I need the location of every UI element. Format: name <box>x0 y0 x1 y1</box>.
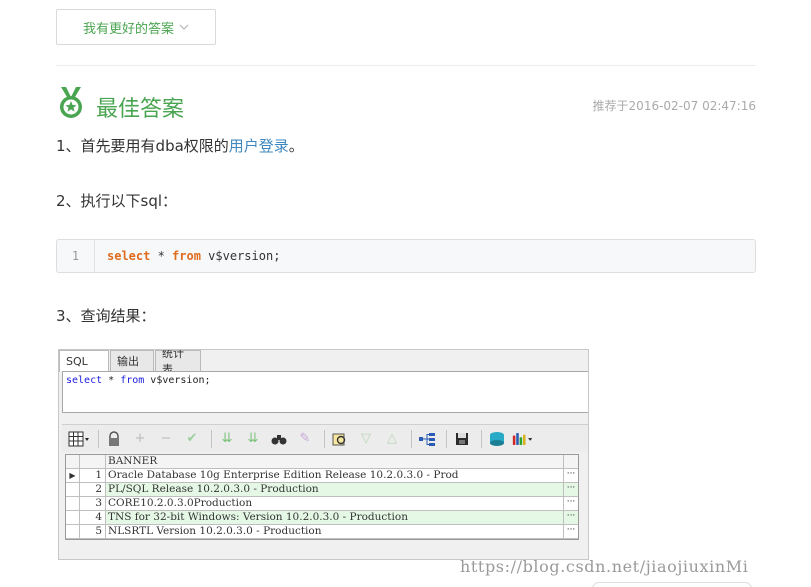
code-mid: * <box>150 249 173 263</box>
table-row[interactable]: 2 PL/SQL Release 10.2.0.3.0 - Production… <box>66 483 578 497</box>
toolbar-separator <box>324 429 325 448</box>
user-login-link[interactable]: 用户登录 <box>229 137 289 155</box>
better-answer-button[interactable]: 我有更好的答案 <box>56 9 216 45</box>
code-rest: v$version; <box>200 249 281 263</box>
fetch-last-icon[interactable]: ⇊ <box>242 429 264 449</box>
keyword-from: from <box>172 249 201 263</box>
cell-banner[interactable]: NLSRTL Version 10.2.0.3.0 - Production <box>106 525 564 538</box>
cell-more-button[interactable]: ··· <box>564 483 578 496</box>
toolbar-separator <box>411 429 412 448</box>
line-number: 1 <box>57 240 95 272</box>
bottom-edge-control <box>592 582 752 587</box>
cell-more-button[interactable]: ··· <box>564 525 578 538</box>
sql-keyword-select: select <box>66 375 103 386</box>
tab-sql[interactable]: SQL <box>59 350 109 372</box>
cell-banner[interactable]: PL/SQL Release 10.2.0.3.0 - Production <box>106 483 564 496</box>
row-number: 3 <box>80 497 106 510</box>
toolbar-separator <box>481 429 482 448</box>
step-1: 1、首先要用有dba权限的用户登录。 <box>56 135 304 156</box>
cell-more-button[interactable]: ··· <box>564 469 578 482</box>
filter-down-icon[interactable]: ▽ <box>355 429 377 449</box>
table-row[interactable]: 3 CORE10.2.0.3.0Production ··· <box>66 497 578 511</box>
cell-banner[interactable]: TNS for 32-bit Windows: Version 10.2.0.3… <box>106 511 564 524</box>
code-block: 1 select * from v$version; <box>56 239 756 273</box>
toolbar-separator <box>98 429 99 448</box>
export-icon[interactable] <box>486 429 508 449</box>
table-row[interactable]: ▶ 1 Oracle Database 10g Enterprise Editi… <box>66 469 578 483</box>
sql-rest: v$version; <box>144 375 211 386</box>
row-number: 5 <box>80 525 106 538</box>
editor-tabs: SQL 输出 统计表 <box>59 350 202 376</box>
column-header-banner[interactable]: BANNER <box>106 455 564 468</box>
table-row[interactable]: 5 NLSRTL Version 10.2.0.3.0 - Production… <box>66 525 578 539</box>
chevron-down-icon <box>179 22 189 33</box>
cell-more-button[interactable]: ··· <box>564 511 578 524</box>
sql-mid: * <box>102 375 121 386</box>
step-3: 3、查询结果： <box>56 307 156 325</box>
result-grid: BANNER ▶ 1 Oracle Database 10g Enterpris… <box>65 454 579 540</box>
lock-icon[interactable] <box>103 429 125 449</box>
medal-icon <box>60 87 82 118</box>
row-number: 4 <box>80 511 106 524</box>
row-number: 1 <box>80 469 106 482</box>
step-1-prefix: 1、首先要用有dba权限的 <box>56 137 229 155</box>
recommend-time: 推荐于2016-02-07 02:47:16 <box>592 99 756 113</box>
step-1-suffix: 。 <box>288 137 304 155</box>
code-line: select * from v$version; <box>95 249 280 263</box>
fetch-next-icon[interactable]: ⇊ <box>216 429 238 449</box>
sql-keyword-from: from <box>120 375 145 386</box>
watermark: https://blog.csdn.net/jiaojiuxinMi <box>460 557 749 576</box>
keyword-select: select <box>107 249 151 263</box>
table-row[interactable]: 4 TNS for 32-bit Windows: Version 10.2.0… <box>66 511 578 525</box>
sql-editor[interactable]: select * from v$version; <box>62 371 588 413</box>
delete-row-icon[interactable]: − <box>155 429 177 449</box>
cell-banner[interactable]: CORE10.2.0.3.0Production <box>106 497 564 510</box>
toolbar-separator <box>446 429 447 448</box>
clear-icon[interactable]: ✎ <box>294 429 316 449</box>
cell-banner[interactable]: Oracle Database 10g Enterprise Edition R… <box>106 469 564 482</box>
tab-statistics[interactable]: 统计表 <box>155 350 201 376</box>
toolbar-separator <box>211 429 212 448</box>
grid-header: BANNER <box>66 455 578 469</box>
better-answer-label: 我有更好的答案 <box>82 21 174 37</box>
chart-icon[interactable] <box>512 429 534 449</box>
row-number: 2 <box>80 483 106 496</box>
grid-view-icon[interactable] <box>68 429 90 449</box>
find-icon[interactable] <box>268 429 290 449</box>
save-icon[interactable] <box>451 429 473 449</box>
step-2: 2、执行以下sql： <box>56 192 178 210</box>
tree-view-icon[interactable] <box>416 429 438 449</box>
best-answer-title: 最佳答案 <box>96 97 185 122</box>
post-changes-icon[interactable]: ✔ <box>181 429 203 449</box>
add-row-icon[interactable]: + <box>129 429 151 449</box>
current-row-indicator-icon: ▶ <box>66 469 80 482</box>
filter-up-icon[interactable]: △ <box>381 429 403 449</box>
best-answer-header: 最佳答案 推荐于2016-02-07 02:47:16 <box>56 86 756 124</box>
cell-more-button[interactable]: ··· <box>564 497 578 510</box>
query-by-example-icon[interactable] <box>329 429 351 449</box>
divider <box>56 65 756 66</box>
tab-output[interactable]: 输出 <box>110 350 154 371</box>
query-result-screenshot: SQL 输出 统计表 select * from v$version; + − … <box>58 349 589 560</box>
result-toolbar: + − ✔ ⇊ ⇊ ✎ ▽ △ <box>62 424 588 452</box>
